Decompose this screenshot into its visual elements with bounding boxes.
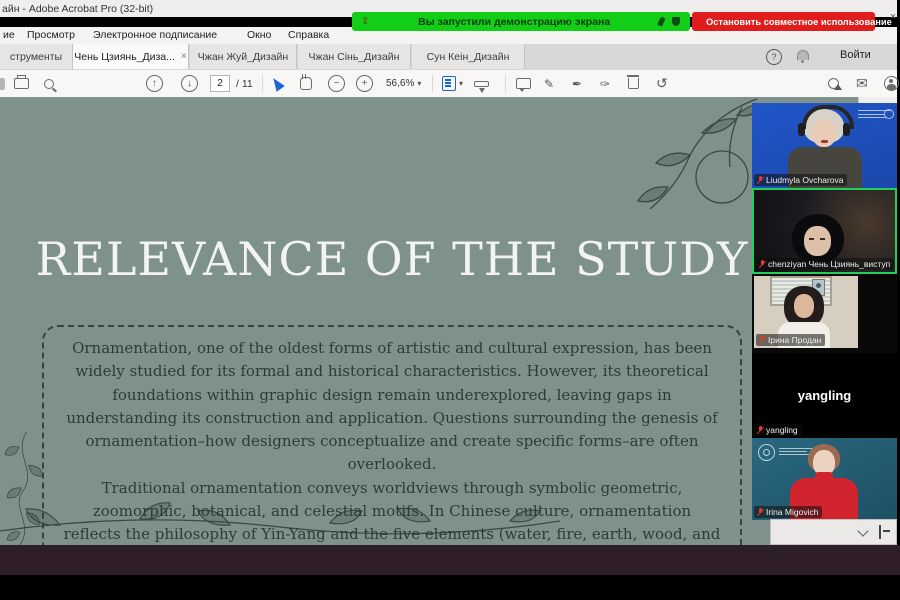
share-icon: ⇪ [361,16,369,27]
participant-name-label: Liudmyla Ovcharova [754,174,847,186]
print-button[interactable] [14,70,29,97]
mic-muted-icon [756,508,764,517]
menu-item-view[interactable]: Просмотр [27,29,75,41]
participant-tile[interactable]: yangling yangling [752,353,897,438]
zoom-out-button[interactable]: − [328,70,345,97]
mic-muted-icon [756,426,764,435]
screen-share-banner: ⇪ Вы запустили демонстрацию экрана [352,12,690,31]
toolbar-separator [505,75,506,92]
fill-sign-icon: ✑ [600,77,610,91]
shield-icon[interactable] [672,17,680,26]
chevron-down-icon[interactable] [857,525,868,536]
tab-sun-kein[interactable]: Сун Кеін_Дизайн [412,44,525,69]
participant-tile-active-speaker[interactable]: chenziyan Чень Цзиянь_виступ [752,188,897,274]
sign-button[interactable]: ✒ [572,70,582,97]
acrobat-toolbar: ↑ ↓ 2 / 11 − + 56,6%▾ ▾ ✎ ✒ ✑ ↺ ✉ [0,70,897,98]
background-logo [858,108,892,124]
sign-in-link[interactable]: Войти [840,49,871,61]
slide-text-box: Ornamentation, one of the oldest forms o… [42,325,742,545]
menu-item-esign[interactable]: Электронное подписание [93,29,217,41]
highlight-button[interactable]: ✎ [544,70,554,97]
botanical-decoration-top-right [552,97,762,242]
stop-share-label: Остановить совместное использование [706,17,892,27]
slide-paragraph-2: Traditional ornamentation conveys worldv… [62,477,722,546]
search-icon [44,79,54,89]
participant-video: Ірина Продан [754,276,858,348]
participant-tile[interactable]: Liudmyla Ovcharova [752,103,897,188]
zoom-in-button[interactable]: + [356,70,373,97]
headphone-icon [798,123,805,136]
rotate-button[interactable]: ↺ [656,70,668,97]
notifications-bell-icon[interactable] [797,50,809,60]
screen: айн - Adobe Acrobat Pro (32-bit) – ▢ × ⇪… [0,0,900,600]
page-display-dropdown[interactable]: ▾ [442,70,463,97]
participant-display-name: yangling [798,388,851,403]
help-icon[interactable]: ? [766,49,782,65]
hand-tool-button[interactable] [300,70,312,97]
participant-name-label: Irina Migovich [754,506,822,518]
select-tool-button[interactable] [272,70,282,97]
tab-bar: струменты Чень Цзиянь_Диза... × Чжан Жуй… [0,44,897,70]
search-button[interactable] [44,70,54,97]
fill-sign-button[interactable]: ✑ [600,70,610,97]
slide-title: RELEVANCE OF THE STUDY [0,232,784,286]
page-display-icon [442,76,456,91]
toolbar-separator [262,75,263,92]
mic-muted-icon [758,260,766,269]
participant-name-label: yangling [754,424,802,436]
tab-zhan-sin[interactable]: Чжан Сінь_Дизайн [298,44,411,69]
rotate-icon: ↺ [656,75,668,92]
comment-button[interactable] [516,70,531,97]
share-link-button[interactable] [828,70,839,97]
page-number-input[interactable]: 2 [210,70,230,97]
mic-muted-icon [758,336,766,345]
tab-close-icon[interactable]: × [181,51,187,62]
slide-paragraph-1: Ornamentation, one of the oldest forms o… [62,337,722,477]
comment-icon [516,78,531,89]
menu-item-window[interactable]: Окно [247,29,271,41]
previous-page-button[interactable]: ↑ [146,70,163,97]
trash-icon [628,78,639,89]
delete-button[interactable] [628,70,639,97]
video-panel: Liudmyla Ovcharova chenziyan Чень Цзиянь… [752,103,897,520]
toolbar-separator [432,75,433,92]
hand-icon [300,77,312,90]
page-total-label: / 11 [232,70,253,97]
scrolling-icon [474,81,489,87]
partial-save-icon [0,78,5,90]
link-icon [828,78,839,89]
share-message: Вы запустили демонстрацию экрана [369,16,659,28]
mic-muted-icon [756,176,764,185]
window-title: айн - Adobe Acrobat Pro (32-bit) [2,3,153,15]
participant-tile[interactable]: Ірина Продан [752,274,897,353]
menu-item-edit-partial[interactable]: ие [3,29,15,41]
stop-share-button[interactable]: Остановить совместное использование [692,12,875,31]
participant-name-label: Ірина Продан [756,334,825,346]
taskbar: W ∧ ENG 9:46 15.01.2025 2 [0,545,900,575]
tab-tools[interactable]: струменты [0,44,73,69]
email-button[interactable]: ✉ [856,70,868,97]
printer-icon [14,78,29,89]
highlighter-icon: ✎ [544,77,554,91]
envelope-icon: ✉ [856,75,868,92]
select-cursor-icon [269,75,285,91]
resize-marks [879,525,891,539]
sign-pen-icon: ✒ [572,77,582,91]
tab-zhan-zhui[interactable]: Чжан Жуй_Дизайн [190,44,297,69]
participant-tile[interactable]: Irina Migovich [752,438,897,520]
person-icon [884,76,899,91]
account-button[interactable] [884,70,899,97]
scrolling-mode-button[interactable] [474,70,489,97]
zoom-level-dropdown[interactable]: 56,6%▾ [386,70,421,97]
tab-chen-ziyan[interactable]: Чень Цзиянь_Диза... × [73,44,189,69]
menu-item-help[interactable]: Справка [288,29,329,41]
participant-name-label: chenziyan Чень Цзиянь_виступ [756,258,894,270]
university-emblem [758,444,775,461]
panel-footer [770,519,897,545]
next-page-button[interactable]: ↓ [181,70,198,97]
